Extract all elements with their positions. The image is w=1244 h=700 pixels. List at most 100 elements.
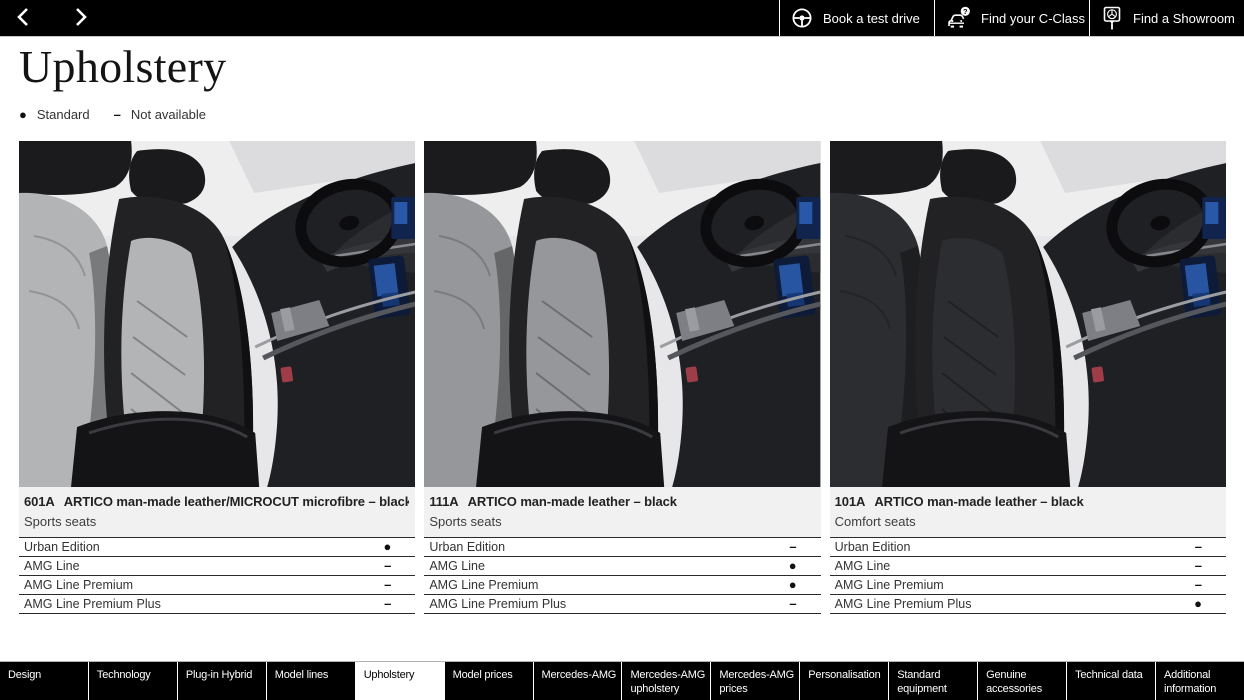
tab-plug-in-hybrid[interactable]: Plug-in Hybrid xyxy=(178,662,267,700)
standard-dot-icon: ● xyxy=(19,108,27,121)
page-title: Upholstery xyxy=(19,42,1244,92)
tab-model-lines[interactable]: Model lines xyxy=(267,662,356,700)
driver-display xyxy=(797,197,821,239)
driver-display xyxy=(1202,197,1226,239)
availability-indicator: – xyxy=(1195,559,1226,572)
action-button-label: Book a test drive xyxy=(823,11,920,26)
upholstery-code: 111A xyxy=(429,494,458,509)
svg-text:?: ? xyxy=(963,7,968,16)
car-interior-illustration xyxy=(19,141,415,487)
table-row: AMG Line – xyxy=(830,557,1226,576)
not-available-dash-icon: – xyxy=(114,108,121,121)
find-a-showroom-button[interactable]: Find a Showroom xyxy=(1089,0,1244,36)
driver-display xyxy=(391,197,415,239)
page-nav-arrows xyxy=(0,0,102,36)
tab-additional-information[interactable]: Additional information xyxy=(1156,662,1244,700)
availability-indicator: – xyxy=(384,559,415,572)
upholstery-caption: 601AARTICO man-made leather/MICROCUT mic… xyxy=(19,487,415,537)
seat-photo xyxy=(19,141,415,487)
next-page-button[interactable] xyxy=(60,0,102,36)
table-row: AMG Line Premium ● xyxy=(424,576,820,595)
availability-indicator: – xyxy=(384,597,415,610)
tab-model-prices[interactable]: Model prices xyxy=(445,662,534,700)
table-row: AMG Line – xyxy=(19,557,415,576)
trim-line-label: AMG Line Premium Plus xyxy=(835,597,972,611)
legend-not-available: – Not available xyxy=(114,107,206,122)
table-row: AMG Line Premium Plus – xyxy=(424,595,820,614)
availability-indicator: – xyxy=(1195,578,1226,591)
seat-photo xyxy=(424,141,820,487)
upholstery-options: 601AARTICO man-made leather/MICROCUT mic… xyxy=(0,141,1244,614)
upholstery-code: 101A xyxy=(835,494,866,509)
tab-upholstery[interactable]: Upholstery xyxy=(356,662,445,700)
availability-indicator: ● xyxy=(789,559,821,572)
upholstery-name: 111AARTICO man-made leather – black xyxy=(429,494,814,509)
legend-not-available-label: Not available xyxy=(131,107,206,122)
table-row: AMG Line Premium – xyxy=(830,576,1226,595)
book-test-drive-button[interactable]: Book a test drive xyxy=(779,0,934,36)
trim-line-label: AMG Line Premium xyxy=(24,578,133,592)
upholstery-name: 101AARTICO man-made leather – black xyxy=(835,494,1220,509)
table-row: Urban Edition – xyxy=(830,538,1226,557)
table-row: AMG Line Premium Plus – xyxy=(19,595,415,614)
trim-line-label: AMG Line Premium Plus xyxy=(429,597,566,611)
upholstery-name: 601AARTICO man-made leather/MICROCUT mic… xyxy=(24,494,409,509)
trim-line-label: AMG Line Premium xyxy=(835,578,944,592)
legend-standard: ● Standard xyxy=(19,107,90,122)
find-your-c-class-button[interactable]: ? Find your C-Class xyxy=(934,0,1089,36)
table-row: AMG Line Premium Plus ● xyxy=(830,595,1226,614)
steering-wheel-icon xyxy=(791,7,813,29)
availability-table: Urban Edition ● AMG Line – AMG Line Prem… xyxy=(19,537,415,614)
table-row: AMG Line ● xyxy=(424,557,820,576)
trim-line-label: AMG Line Premium Plus xyxy=(24,597,161,611)
availability-table: Urban Edition – AMG Line – AMG Line Prem… xyxy=(830,537,1226,614)
legend-standard-label: Standard xyxy=(37,107,90,122)
upholstery-option-111a: 111AARTICO man-made leather – black Spor… xyxy=(424,141,820,614)
tab-genuine-accessories[interactable]: Genuine accessories xyxy=(978,662,1067,700)
trim-line-label: AMG Line xyxy=(429,559,485,573)
table-row: AMG Line Premium – xyxy=(19,576,415,595)
tab-technology[interactable]: Technology xyxy=(89,662,178,700)
table-row: Urban Edition – xyxy=(424,538,820,557)
seat-type-label: Sports seats xyxy=(429,514,814,529)
action-button-label: Find a Showroom xyxy=(1133,11,1235,26)
seat-type-label: Comfort seats xyxy=(835,514,1220,529)
top-action-buttons: Book a test drive ? Find your C-Class xyxy=(779,0,1244,36)
tab-mercedes-amg[interactable]: Mercedes-AMG xyxy=(534,662,623,700)
seat-type-label: Sports seats xyxy=(24,514,409,529)
showroom-sign-icon xyxy=(1101,5,1123,31)
trim-line-label: AMG Line xyxy=(835,559,891,573)
chevron-left-icon xyxy=(14,5,32,32)
tab-standard-equipment[interactable]: Standard equipment xyxy=(889,662,978,700)
trim-line-label: Urban Edition xyxy=(429,540,505,554)
legend: ● Standard – Not available xyxy=(19,107,1244,122)
previous-page-button[interactable] xyxy=(2,0,44,36)
trim-line-label: AMG Line xyxy=(24,559,80,573)
availability-indicator: – xyxy=(789,597,820,610)
upholstery-option-101a: 101AARTICO man-made leather – black Comf… xyxy=(830,141,1226,614)
section-tab-bar: Design Technology Plug-in Hybrid Model l… xyxy=(0,661,1244,700)
trim-line-label: Urban Edition xyxy=(24,540,100,554)
availability-table: Urban Edition – AMG Line ● AMG Line Prem… xyxy=(424,537,820,614)
table-row: Urban Edition ● xyxy=(19,538,415,557)
tab-mercedes-amg-prices[interactable]: Mercedes-AMG prices xyxy=(711,662,800,700)
action-button-label: Find your C-Class xyxy=(981,11,1085,26)
trim-line-label: AMG Line Premium xyxy=(429,578,538,592)
upholstery-option-601a: 601AARTICO man-made leather/MICROCUT mic… xyxy=(19,141,415,614)
trim-line-label: Urban Edition xyxy=(835,540,911,554)
car-interior-illustration xyxy=(830,141,1226,487)
tab-mercedes-amg-upholstery[interactable]: Mercedes-AMG upholstery xyxy=(622,662,711,700)
tab-personalisation[interactable]: Personalisation xyxy=(800,662,889,700)
upholstery-caption: 111AARTICO man-made leather – black Spor… xyxy=(424,487,820,537)
availability-indicator: ● xyxy=(1194,597,1226,610)
availability-indicator: ● xyxy=(789,578,821,591)
upholstery-caption: 101AARTICO man-made leather – black Comf… xyxy=(830,487,1226,537)
availability-indicator: – xyxy=(789,540,820,553)
chevron-right-icon xyxy=(72,5,90,32)
tab-design[interactable]: Design xyxy=(0,662,89,700)
availability-indicator: – xyxy=(384,578,415,591)
top-bar: Book a test drive ? Find your C-Class xyxy=(0,0,1244,37)
upholstery-code: 601A xyxy=(24,494,55,509)
tab-technical-data[interactable]: Technical data xyxy=(1067,662,1156,700)
availability-indicator: ● xyxy=(383,540,415,553)
